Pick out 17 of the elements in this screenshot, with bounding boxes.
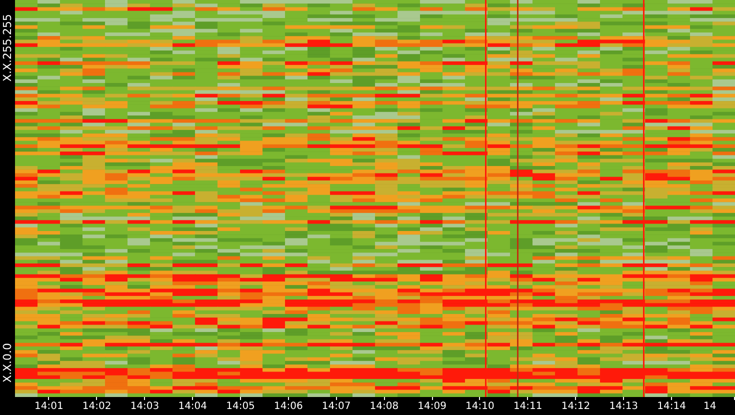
x-axis-tick-label: 14:07 <box>322 400 351 413</box>
x-axis-tick-label: 14:09 <box>418 400 446 413</box>
x-axis-tick-label: 14:11 <box>513 400 542 413</box>
x-axis-tick-label: 14:08 <box>370 400 399 413</box>
x-axis-tick-label: 14 <box>703 400 716 413</box>
x-axis-tick-label: 14:14 <box>657 400 686 413</box>
x-axis-tick-label: 14:12 <box>561 400 590 413</box>
x-axis-tick-label: 14:02 <box>82 400 112 413</box>
x-axis-tick-label: 14:06 <box>274 400 303 413</box>
y-axis-label: X.X.255.255 <box>2 14 13 82</box>
x-axis-tick-label: 14:05 <box>226 400 255 413</box>
x-axis-tick-label: 14:03 <box>130 400 160 413</box>
x-axis-tick-label: 14:04 <box>178 400 208 413</box>
x-axis-tick-label: 14:13 <box>609 400 638 413</box>
y-axis-label: X.X.0.0 <box>2 343 13 383</box>
x-axis-tick-label: 14:01 <box>34 400 64 413</box>
x-axis-tick-label: 14:10 <box>466 400 494 413</box>
